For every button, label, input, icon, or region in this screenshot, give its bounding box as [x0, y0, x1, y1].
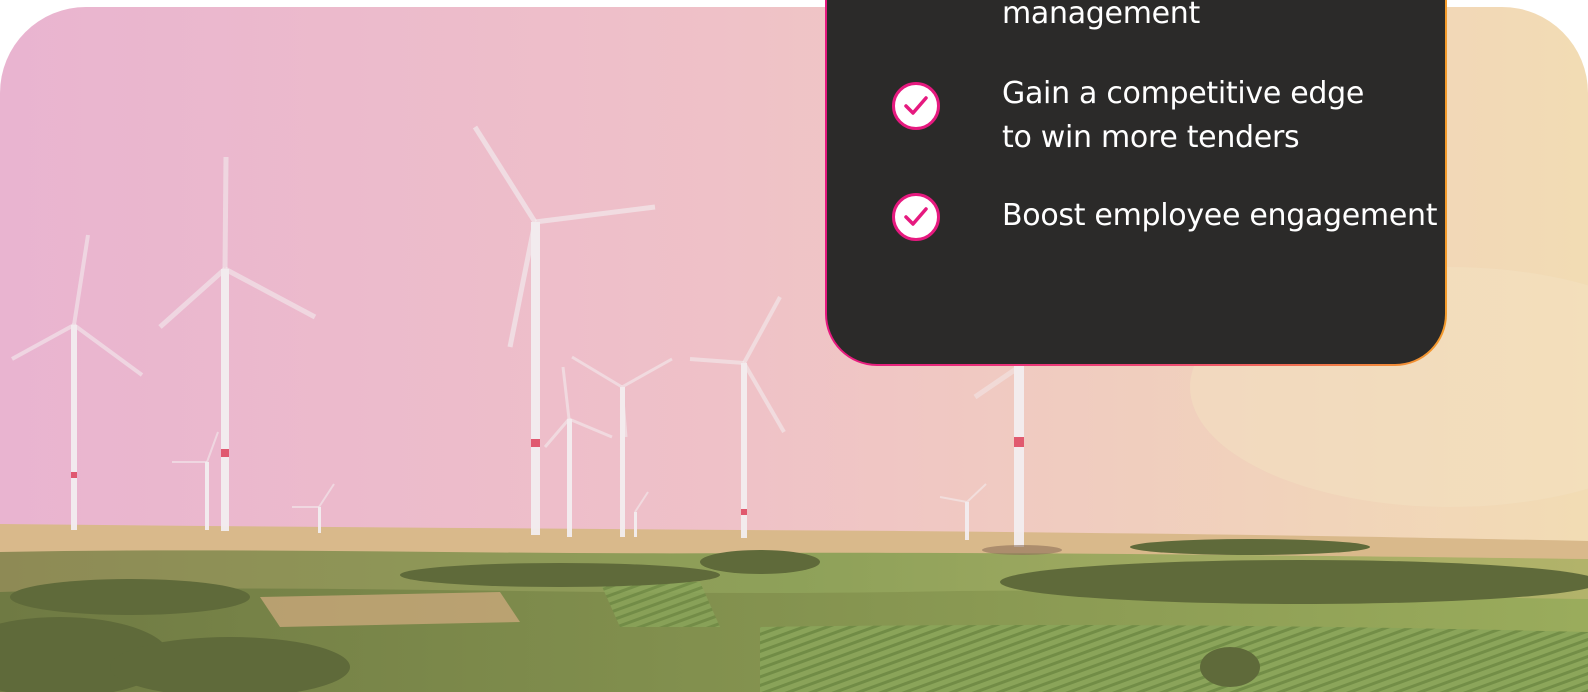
- benefit-text-1: management: [1002, 0, 1200, 31]
- check-circle-icon: [892, 82, 940, 130]
- benefit-text-2: Gain a competitive edge to win more tend…: [1002, 76, 1365, 155]
- benefits-card: management Gain a competitive edge to wi…: [825, 0, 1447, 366]
- benefits-card-body: management Gain a competitive edge to wi…: [827, 0, 1445, 364]
- check-circle-icon: [892, 193, 940, 241]
- benefit-text-3: Boost employee engagement: [1002, 198, 1438, 233]
